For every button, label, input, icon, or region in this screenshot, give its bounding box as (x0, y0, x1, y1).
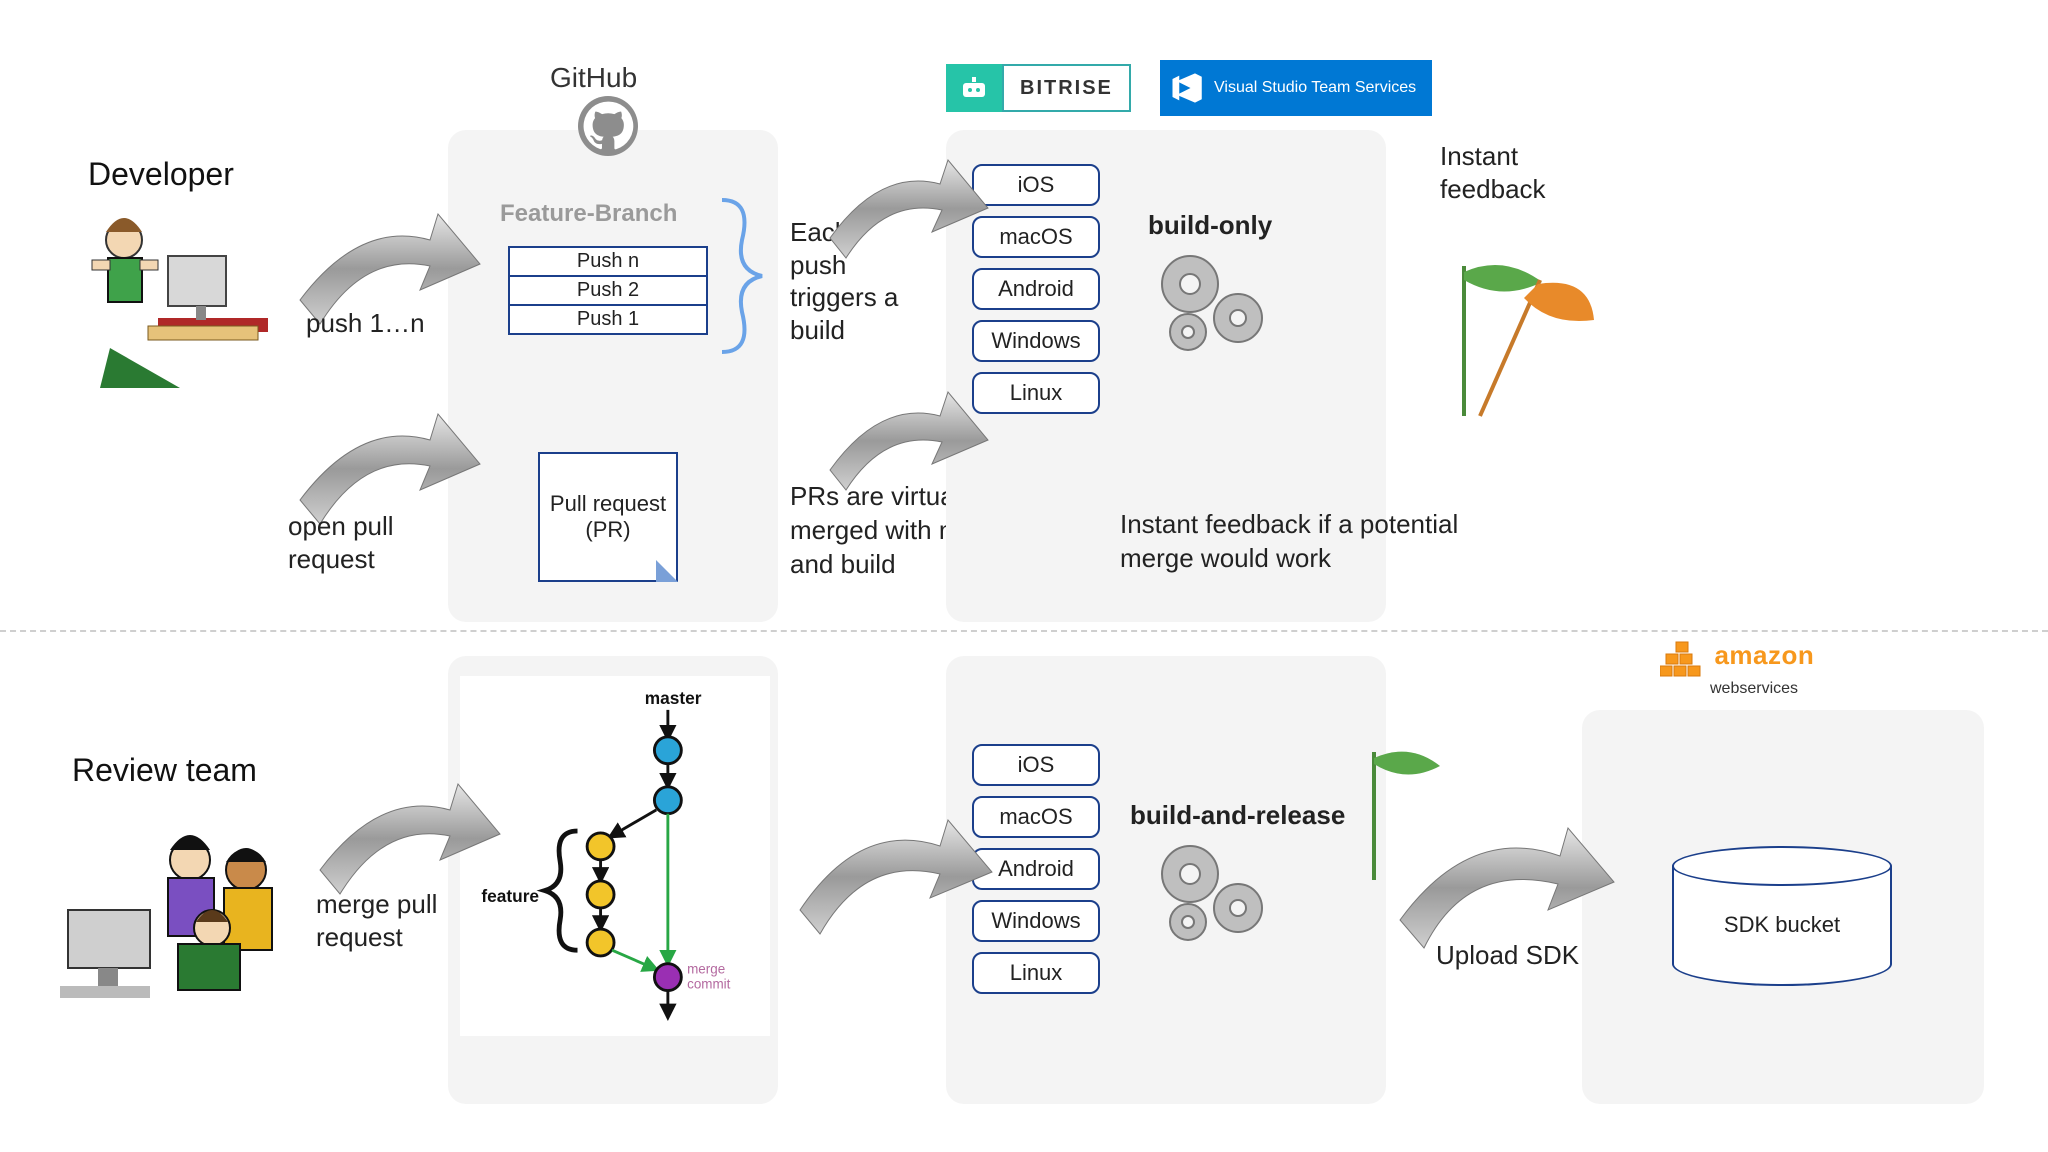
platform-pill: iOS (972, 744, 1100, 786)
platform-stack-top: iOS macOS Android Windows Linux (972, 164, 1100, 414)
open-pr-caption: open pull request (288, 510, 428, 575)
build-release-label: build-and-release (1130, 800, 1345, 831)
review-team-illustration (40, 800, 300, 1020)
sdk-bucket-label: SDK bucket (1724, 912, 1840, 938)
instant-feedback-pr: Instant feedback if a potential merge wo… (1120, 508, 1480, 576)
github-heading: GitHub (550, 62, 637, 94)
feature-branch-text: feature (481, 886, 539, 906)
developer-title: Developer (88, 156, 234, 193)
platform-pill: macOS (972, 796, 1100, 838)
platform-pill: Linux (972, 372, 1100, 414)
platform-pill: iOS (972, 164, 1100, 206)
push-caption: push 1…n (306, 308, 425, 339)
push-row: Push 1 (508, 304, 708, 335)
platform-pill: Windows (972, 900, 1100, 942)
aws-badge: amazon webservices (1660, 640, 1814, 698)
vsts-badge: Visual Studio Team Services (1160, 60, 1432, 116)
platform-pill: Windows (972, 320, 1100, 362)
platform-stack-bottom: iOS macOS Android Windows Linux (972, 744, 1100, 994)
brace-icon (712, 196, 772, 356)
push-stack: Push n Push 2 Push 1 (508, 246, 708, 335)
pr-card-text: Pull request (PR) (540, 491, 676, 543)
flag-icon (1344, 746, 1444, 886)
build-only-label: build-only (1148, 210, 1272, 241)
github-icon (578, 96, 638, 156)
review-team-title: Review team (72, 752, 257, 789)
platform-pill: Android (972, 848, 1100, 890)
merge-commit-label: merge (687, 961, 725, 976)
merge-pr-caption: merge pull request (316, 888, 476, 953)
gears-icon (1148, 836, 1288, 956)
bitrise-text: BITRISE (1002, 64, 1131, 112)
bitrise-robot-icon (946, 64, 1002, 112)
developer-illustration (70, 198, 280, 388)
gears-icon (1148, 246, 1288, 366)
bitrise-badge: BITRISE (946, 64, 1131, 112)
instant-feedback-title: Instant feedback (1440, 140, 1600, 205)
vsts-icon (1168, 70, 1204, 106)
aws-amazon-text: amazon (1714, 640, 1814, 670)
pr-card: Pull request (PR) (538, 452, 678, 582)
platform-pill: macOS (972, 216, 1100, 258)
flags-icon (1420, 256, 1600, 426)
platform-pill: Linux (972, 952, 1100, 994)
push-row: Push 2 (508, 275, 708, 304)
each-push-note: Each push triggers a build (790, 216, 910, 346)
platform-pill: Android (972, 268, 1100, 310)
upload-sdk-caption: Upload SDK (1436, 940, 1579, 971)
aws-webservices-text: webservices (1710, 680, 1798, 697)
feature-branch-label: Feature-Branch (500, 200, 677, 228)
master-branch-label: master (645, 688, 702, 708)
vsts-text: Visual Studio Team Services (1214, 79, 1416, 97)
git-merge-graph: master merge commit feature (460, 676, 770, 1036)
section-divider (0, 630, 2048, 632)
push-row: Push n (508, 246, 708, 275)
aws-cubes-icon (1660, 640, 1706, 680)
sdk-bucket-cylinder: SDK bucket (1672, 846, 1892, 986)
svg-text:commit: commit (687, 977, 731, 992)
